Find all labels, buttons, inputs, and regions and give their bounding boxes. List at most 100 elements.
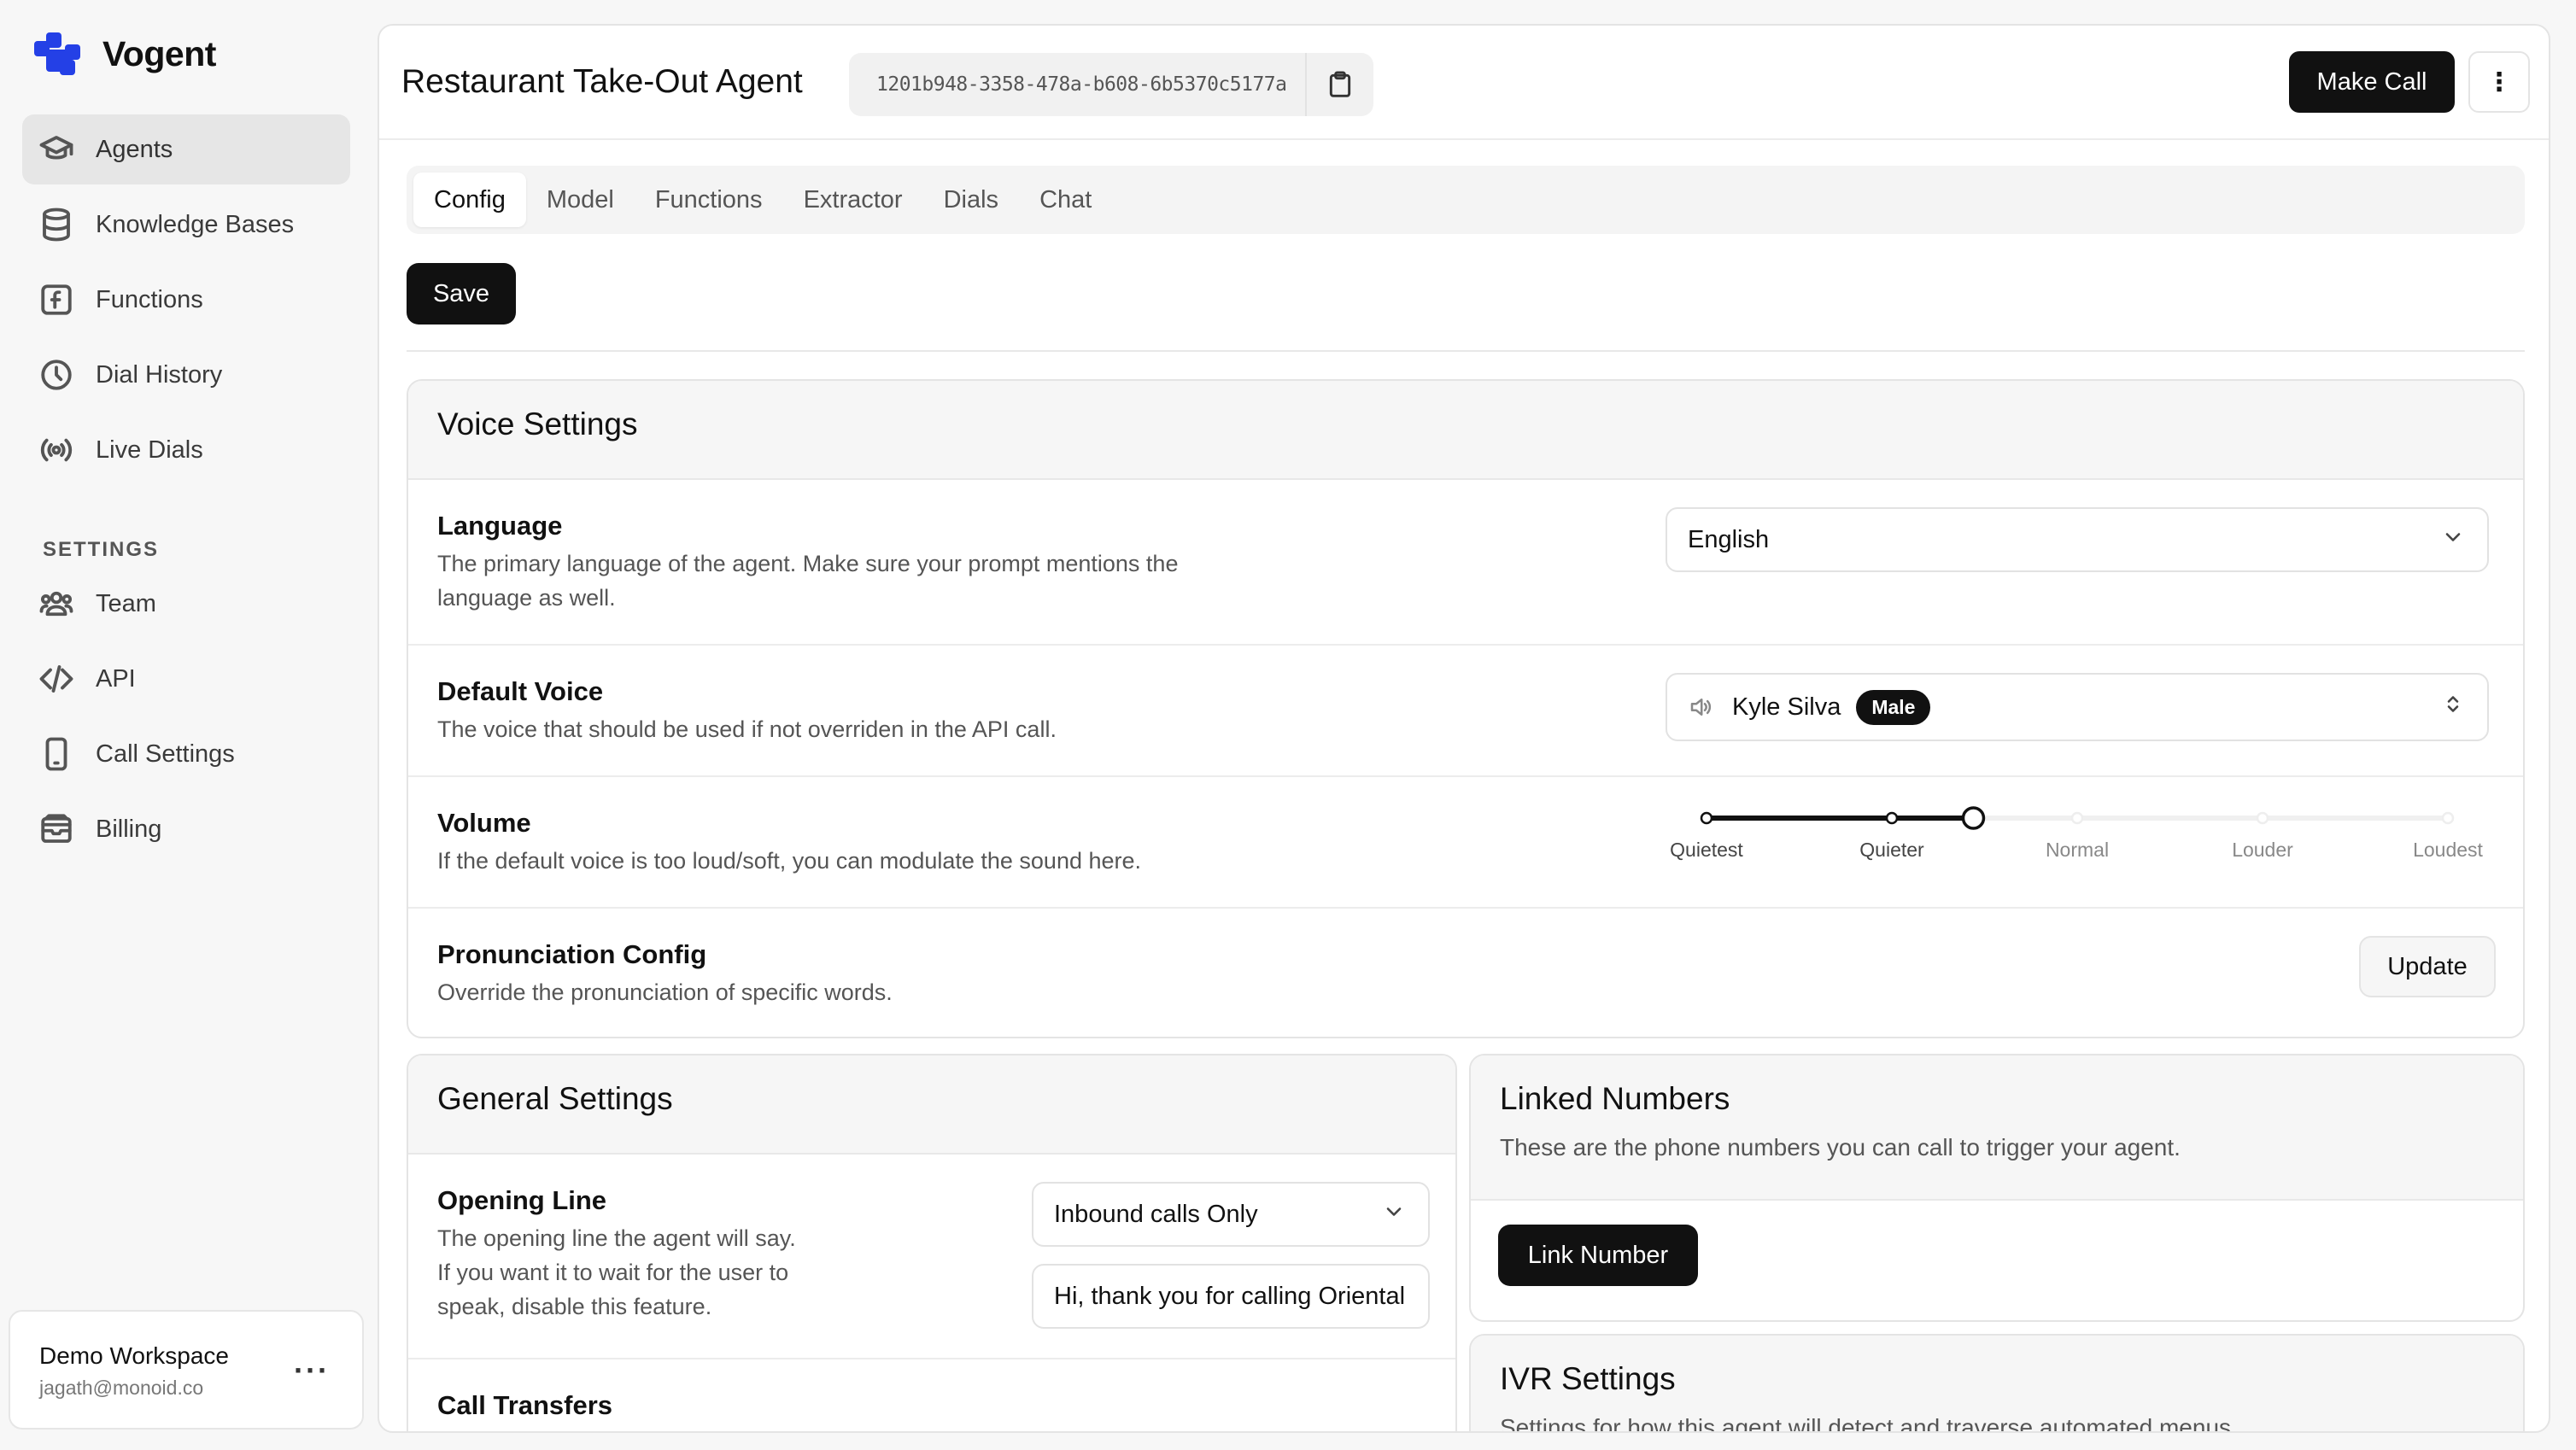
call-transfers-row: Call Transfers (408, 1359, 1455, 1431)
volume-step-marker (2070, 811, 2084, 825)
chevron-down-icon (1384, 1201, 1404, 1229)
sidebar-item-label: Dial History (96, 360, 223, 389)
sidebar-item-team[interactable]: Team (22, 570, 350, 637)
sidebar-item-functions[interactable]: Functions (22, 265, 350, 335)
chevron-up-down-icon (2443, 693, 2463, 722)
voice-gender-badge: Male (1856, 689, 1931, 725)
settings-nav: Team API Call Settings Billing (22, 570, 350, 871)
update-pronunciation-button[interactable]: Update (2359, 936, 2496, 997)
language-select[interactable]: English (1666, 507, 2489, 572)
speaker-icon[interactable] (1688, 694, 1713, 720)
linked-numbers-header: Linked Numbers These are the phone numbe… (1471, 1055, 2523, 1201)
volume-level-label: Louder (2232, 839, 2293, 861)
default-voice-row: Default Voice The voice that should be u… (408, 646, 2523, 777)
graduation-cap-icon (38, 131, 75, 168)
workspace-switcher[interactable]: Demo Workspace jagath@monoid.co ··· (9, 1310, 364, 1430)
ivr-settings-header: IVR Settings Settings for how this agent… (1471, 1336, 2523, 1433)
linked-numbers-card: Linked Numbers These are the phone numbe… (1469, 1054, 2525, 1322)
volume-row: Volume If the default voice is too loud/… (408, 777, 2523, 909)
voice-name: Kyle Silva (1732, 693, 1841, 721)
sidebar-item-live-dials[interactable]: Live Dials (22, 415, 350, 485)
call-transfers-title: Call Transfers (437, 1390, 613, 1420)
voice-settings-title: Voice Settings (437, 406, 638, 441)
tab-functions[interactable]: Functions (635, 172, 783, 227)
sidebar-item-label: Knowledge Bases (96, 210, 295, 238)
sidebar-item-label: API (96, 664, 136, 693)
sidebar-item-knowledge-bases[interactable]: Knowledge Bases (22, 190, 350, 260)
volume-thumb[interactable] (1961, 806, 1986, 830)
logo[interactable]: Vogent (34, 32, 216, 75)
linked-numbers-title: Linked Numbers (1500, 1081, 1730, 1116)
users-icon (38, 585, 75, 623)
ivr-settings-title: IVR Settings (1500, 1361, 1676, 1396)
sidebar-item-label: Billing (96, 815, 162, 843)
language-value: English (1688, 525, 1770, 553)
agent-id-field: 1201b948-3358-478a-b608-6b5370c5177a (849, 53, 1373, 116)
app-name: Vogent (102, 33, 216, 73)
more-menu-button[interactable]: ⋮ (2468, 51, 2530, 113)
link-number-button[interactable]: Link Number (1498, 1225, 1698, 1286)
sidebar-item-dial-history[interactable]: Dial History (22, 340, 350, 410)
copy-id-button[interactable] (1305, 53, 1373, 116)
opening-line-mode-value: Inbound calls Only (1054, 1200, 1258, 1228)
sidebar-item-api[interactable]: API (22, 646, 350, 712)
tab-config[interactable]: Config (413, 172, 526, 227)
pronunciation-row: Pronunciation Config Override the pronun… (408, 909, 2523, 1037)
page-title: Restaurant Take-Out Agent (401, 63, 803, 100)
linked-numbers-description: These are the phone numbers you can call… (1500, 1134, 2181, 1161)
general-settings-card: General Settings Opening Line The openin… (407, 1054, 1457, 1431)
function-icon (38, 281, 75, 319)
make-call-button[interactable]: Make Call (2289, 51, 2455, 113)
wallet-icon (38, 810, 75, 848)
opening-line-input[interactable]: Hi, thank you for calling Oriental (1032, 1264, 1430, 1329)
linked-numbers-body: Link Number (1471, 1201, 2523, 1320)
volume-step-marker (2441, 811, 2455, 825)
clock-icon (38, 356, 75, 394)
default-voice-select[interactable]: Kyle Silva Male (1666, 673, 2489, 741)
sidebar-item-label: Live Dials (96, 436, 203, 464)
sidebar: Vogent Agents Knowledge Bases Functions … (0, 0, 378, 1450)
sidebar-item-agents[interactable]: Agents (22, 114, 350, 184)
broadcast-icon (38, 431, 75, 469)
sidebar-item-label: Team (96, 589, 156, 617)
pronunciation-title: Pronunciation Config (437, 939, 707, 969)
sidebar-item-label: Agents (96, 135, 173, 163)
config-tabs: Config Model Functions Extractor Dials C… (407, 166, 2525, 234)
ivr-settings-description: Settings for how this agent will detect … (1500, 1414, 2238, 1433)
general-settings-title: General Settings (437, 1081, 673, 1116)
sidebar-item-label: Call Settings (96, 740, 235, 768)
sidebar-item-billing[interactable]: Billing (22, 796, 350, 862)
volume-level-label: Quietest (1670, 839, 1743, 861)
vogent-logo-icon (34, 32, 87, 75)
pronunciation-description: Override the pronunciation of specific w… (437, 979, 893, 1005)
opening-line-mode-select[interactable]: Inbound calls Only (1032, 1182, 1430, 1247)
divider (407, 350, 2525, 352)
database-icon (38, 206, 75, 243)
volume-step-marker (1700, 811, 1713, 825)
volume-step-marker (2256, 811, 2269, 825)
code-icon (38, 660, 75, 698)
volume-level-label: Quieter (1859, 839, 1924, 861)
language-row: Language The primary language of the age… (408, 480, 2523, 646)
clipboard-icon (1329, 71, 1351, 97)
save-button[interactable]: Save (407, 263, 516, 324)
tab-dials[interactable]: Dials (923, 172, 1019, 227)
volume-level-label: Loudest (2413, 839, 2483, 861)
tab-chat[interactable]: Chat (1019, 172, 1112, 227)
volume-level-label: Normal (2045, 839, 2110, 861)
tab-model[interactable]: Model (526, 172, 635, 227)
more-options-icon[interactable]: ··· (294, 1353, 330, 1389)
phone-icon (38, 735, 75, 773)
sidebar-item-call-settings[interactable]: Call Settings (22, 721, 350, 787)
voice-settings-card: Voice Settings Language The primary lang… (407, 379, 2525, 1038)
ivr-settings-card: IVR Settings Settings for how this agent… (1469, 1334, 2525, 1433)
tab-extractor[interactable]: Extractor (783, 172, 923, 227)
voice-settings-header: Voice Settings (408, 381, 2523, 480)
volume-step-marker (1885, 811, 1899, 825)
general-settings-header: General Settings (408, 1055, 1455, 1155)
main-nav: Agents Knowledge Bases Functions Dial Hi… (22, 114, 350, 490)
opening-line-row: Opening Line The opening line the agent … (408, 1155, 1455, 1359)
chevron-down-icon (2443, 526, 2463, 554)
volume-slider[interactable]: Quietest Quieter Normal Louder Loudest (1666, 777, 2489, 905)
agent-id-text: 1201b948-3358-478a-b608-6b5370c5177a (876, 73, 1287, 96)
